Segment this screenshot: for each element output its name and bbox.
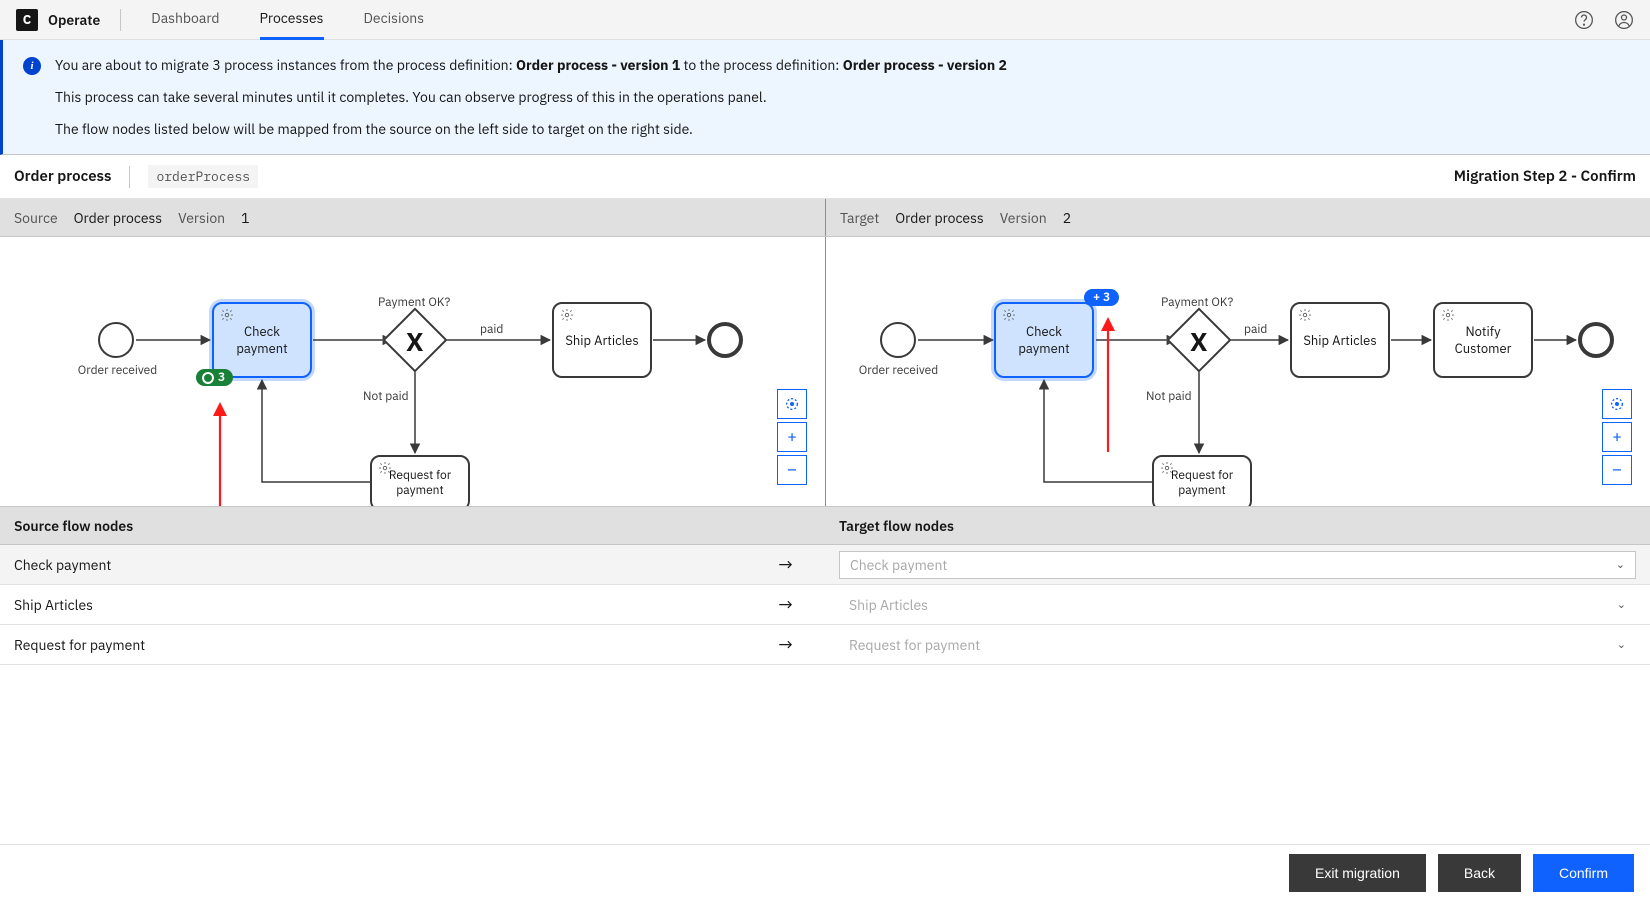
banner-line-2: This process can take several minutes un… xyxy=(55,88,1007,106)
service-task-icon xyxy=(378,461,392,475)
zoom-in-button[interactable]: + xyxy=(1602,422,1632,452)
edge-paid-label: paid xyxy=(480,322,503,337)
target-diagram[interactable]: Order received Check payment + 3 X Payme… xyxy=(825,237,1650,506)
service-task-icon xyxy=(1441,308,1455,322)
mapping-row: Request for payment → Request for paymen… xyxy=(0,625,1650,665)
nav-processes[interactable]: Processes xyxy=(260,0,324,40)
banner-line-3: The flow nodes listed below will be mapp… xyxy=(55,120,1007,138)
edge-paid-label: paid xyxy=(1244,322,1267,337)
start-event[interactable] xyxy=(98,322,134,358)
gateway-label: Payment OK? xyxy=(1161,295,1233,310)
source-node-label: Check payment xyxy=(14,556,111,574)
info-icon: i xyxy=(23,57,41,75)
task-ship-articles[interactable]: Ship Articles xyxy=(552,302,652,378)
process-name: Order process xyxy=(14,167,111,186)
source-diagram[interactable]: Order received Check payment 3 X Payment… xyxy=(0,237,825,506)
service-task-icon xyxy=(1298,308,1312,322)
source-node-label: Request for payment xyxy=(14,636,145,654)
zoom-reset-button[interactable] xyxy=(1602,389,1632,419)
target-node-select[interactable]: Ship Articles ⌄ xyxy=(839,596,1636,614)
start-event-label: Order received xyxy=(856,363,941,378)
source-flow-nodes-header: Source flow nodes xyxy=(0,507,825,544)
app-logo: C xyxy=(16,9,38,31)
info-banner: i You are about to migrate 3 process ins… xyxy=(0,40,1650,155)
divider xyxy=(120,9,121,31)
target-node-select[interactable]: Request for payment ⌄ xyxy=(839,636,1636,654)
service-task-icon xyxy=(1002,308,1016,322)
end-event[interactable] xyxy=(1578,322,1614,358)
chevron-down-icon: ⌄ xyxy=(1617,638,1626,652)
task-check-payment[interactable]: Check payment xyxy=(212,302,312,378)
arrow-right-icon: → xyxy=(778,593,793,616)
task-request-payment[interactable]: Request for payment xyxy=(370,455,470,506)
edge-notpaid-label: Not paid xyxy=(1146,389,1192,404)
mapping-row: Check payment → Check payment ⌄ xyxy=(0,545,1650,585)
migration-count-badge: + 3 xyxy=(1084,289,1119,306)
zoom-reset-button[interactable] xyxy=(777,389,807,419)
banner-line-1: You are about to migrate 3 process insta… xyxy=(55,56,1007,74)
divider xyxy=(129,166,130,188)
task-check-payment[interactable]: Check payment xyxy=(994,302,1094,378)
zoom-out-button[interactable]: – xyxy=(777,455,807,485)
nav-decisions[interactable]: Decisions xyxy=(364,0,425,40)
mapping-row: Ship Articles → Ship Articles ⌄ xyxy=(0,585,1650,625)
confirm-button[interactable]: Confirm xyxy=(1533,854,1634,892)
help-icon[interactable] xyxy=(1574,10,1594,30)
instance-count-badge: 3 xyxy=(196,369,233,386)
gateway-x-icon: X xyxy=(406,325,424,359)
gateway-label: Payment OK? xyxy=(378,295,450,310)
source-diagram-header: Source Order process Version 1 xyxy=(0,199,825,236)
nav-dashboard[interactable]: Dashboard xyxy=(151,0,219,40)
zoom-in-button[interactable]: + xyxy=(777,422,807,452)
end-event[interactable] xyxy=(707,322,743,358)
user-icon[interactable] xyxy=(1614,10,1634,30)
start-event[interactable] xyxy=(880,322,916,358)
target-diagram-header: Target Order process Version 2 xyxy=(825,199,1650,236)
service-task-icon xyxy=(220,308,234,322)
arrow-right-icon: → xyxy=(778,633,793,656)
migration-step-label: Migration Step 2 - Confirm xyxy=(1454,167,1636,186)
service-task-icon xyxy=(560,308,574,322)
service-task-icon xyxy=(1160,461,1174,475)
zoom-out-button[interactable]: – xyxy=(1602,455,1632,485)
start-event-label: Order received xyxy=(75,363,160,378)
arrow-right-icon: → xyxy=(778,553,793,576)
back-button[interactable]: Back xyxy=(1438,854,1521,892)
gateway-x-icon: X xyxy=(1190,325,1208,359)
chevron-down-icon: ⌄ xyxy=(1617,598,1626,612)
annotation-arrow xyxy=(210,402,230,506)
target-node-select[interactable]: Check payment ⌄ xyxy=(839,551,1636,579)
app-name: Operate xyxy=(48,11,100,29)
target-flow-nodes-header: Target flow nodes xyxy=(825,507,1650,544)
exit-migration-button[interactable]: Exit migration xyxy=(1289,854,1426,892)
task-notify-customer[interactable]: NotifyCustomer xyxy=(1433,302,1533,378)
task-request-payment[interactable]: Request for payment xyxy=(1152,455,1252,506)
edge-notpaid-label: Not paid xyxy=(363,389,409,404)
source-node-label: Ship Articles xyxy=(14,596,93,614)
task-ship-articles[interactable]: Ship Articles xyxy=(1290,302,1390,378)
annotation-arrow xyxy=(1098,317,1118,452)
process-id: orderProcess xyxy=(148,165,258,188)
chevron-down-icon: ⌄ xyxy=(1616,558,1625,572)
